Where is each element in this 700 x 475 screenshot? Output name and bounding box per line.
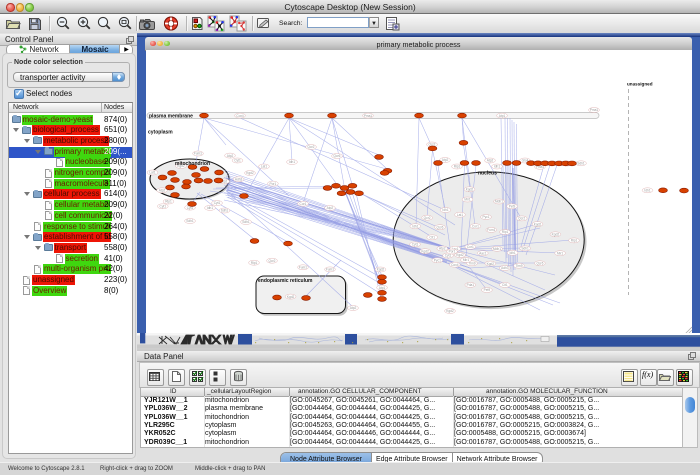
svg-text:Rip1: Rip1 [165,200,172,204]
svg-text:Qcr6: Qcr6 [334,154,341,158]
svg-text:Cyt1: Cyt1 [412,243,419,247]
svg-text:Mdh1: Mdh1 [493,247,501,251]
svg-text:Atp2: Atp2 [327,206,334,210]
svg-text:Sdh1: Sdh1 [221,209,229,213]
svg-text:Mir1: Mir1 [557,251,563,255]
svg-text:plasma membrane: plasma membrane [149,114,193,120]
svg-text:Sdh1: Sdh1 [577,162,585,166]
svg-text:Kgd2: Kgd2 [377,268,385,272]
svg-text:Qcr2: Qcr2 [518,217,525,221]
svg-text:Kgd2: Kgd2 [287,295,295,299]
svg-text:Mdh1: Mdh1 [495,200,503,204]
svg-text:Atp2: Atp2 [487,159,494,163]
svg-text:mitochondrion: mitochondrion [175,161,210,167]
svg-text:Tim9: Tim9 [516,264,523,268]
svg-text:Mir1: Mir1 [464,198,470,202]
svg-text:Adh3: Adh3 [501,266,509,270]
svg-text:Cyt1: Cyt1 [160,205,167,209]
svg-text:Qcr6: Qcr6 [536,262,543,266]
svg-text:Fum1: Fum1 [487,228,495,232]
svg-text:Cit1: Cit1 [502,283,508,287]
svg-text:Qcr2: Qcr2 [308,145,315,149]
svg-text:Por1: Por1 [449,250,456,254]
svg-text:Por1: Por1 [270,182,277,186]
svg-text:Qcr6: Qcr6 [437,225,444,229]
svg-text:Cor1: Cor1 [300,202,307,206]
svg-text:Kgd2: Kgd2 [552,233,560,237]
svg-text:Pet9: Pet9 [484,288,491,292]
svg-text:Atp1: Atp1 [499,114,506,118]
svg-text:Cor1: Cor1 [472,224,479,228]
svg-text:Idh1: Idh1 [509,251,515,255]
svg-text:Qcr2: Qcr2 [269,259,276,263]
svg-text:Kgd2: Kgd2 [456,253,464,257]
svg-text:Rip1: Rip1 [454,165,461,169]
svg-text:Idh1: Idh1 [412,224,418,228]
svg-text:Atp1: Atp1 [379,286,386,290]
svg-text:Kgd2: Kgd2 [421,249,429,253]
svg-text:Atp2: Atp2 [442,158,449,162]
svg-text:Cyt1: Cyt1 [234,159,241,163]
svg-text:Atp2: Atp2 [227,154,234,158]
svg-text:Kgd2: Kgd2 [534,222,542,226]
svg-text:Atp2: Atp2 [439,247,446,251]
svg-text:Sdh1: Sdh1 [242,220,250,224]
svg-text:Kgd2: Kgd2 [487,262,495,266]
svg-text:Idh1: Idh1 [644,189,650,193]
svg-text:Idh1: Idh1 [289,160,295,164]
svg-text:Idh1: Idh1 [494,165,500,169]
svg-text:Cyt1: Cyt1 [214,201,221,205]
svg-text:Cit1: Cit1 [429,236,435,240]
svg-text:endoplasmic reticulum: endoplasmic reticulum [258,278,313,284]
svg-text:Cox4: Cox4 [236,114,244,118]
svg-text:Pyc1: Pyc1 [482,215,489,219]
svg-text:cytoplasm: cytoplasm [148,130,173,136]
svg-text:Pet9: Pet9 [509,205,516,209]
svg-text:Rip1: Rip1 [571,239,578,243]
svg-text:unassigned: unassigned [627,82,653,87]
svg-text:Pyc1: Pyc1 [434,259,441,263]
svg-text:Kgd2: Kgd2 [446,309,454,313]
svg-text:Cox4: Cox4 [451,263,459,267]
svg-text:Cor1: Cor1 [467,245,474,249]
svg-text:Rip1: Rip1 [251,261,258,265]
svg-text:Mir1: Mir1 [463,258,469,262]
svg-text:Pma1: Pma1 [364,114,373,118]
svg-text:Lat1: Lat1 [149,171,155,175]
svg-text:Fum1: Fum1 [326,268,334,272]
svg-text:Idh1: Idh1 [442,208,448,212]
svg-text:nucleus: nucleus [478,171,497,177]
svg-text:Lat1: Lat1 [457,213,463,217]
svg-text:Rip1: Rip1 [502,230,509,234]
svg-text:Kgd2: Kgd2 [466,188,474,192]
svg-text:Cyt1: Cyt1 [445,254,452,258]
svg-text:Sdh1: Sdh1 [186,219,194,223]
svg-text:Sdh1: Sdh1 [521,247,529,251]
svg-text:Kgd2: Kgd2 [246,171,254,175]
svg-text:Fum1: Fum1 [194,152,202,156]
svg-text:Adh3: Adh3 [235,178,243,182]
svg-text:Fum1: Fum1 [299,266,307,270]
svg-text:Pma1: Pma1 [590,108,599,112]
svg-text:Qcr2: Qcr2 [424,216,431,220]
svg-text:Pda1: Pda1 [467,283,475,287]
svg-text:Atp2: Atp2 [159,189,166,193]
svg-text:Aac1: Aac1 [479,251,486,255]
svg-text:Idh1: Idh1 [207,206,213,210]
svg-text:Lat1: Lat1 [261,165,267,169]
svg-text:Atp2: Atp2 [350,306,357,310]
